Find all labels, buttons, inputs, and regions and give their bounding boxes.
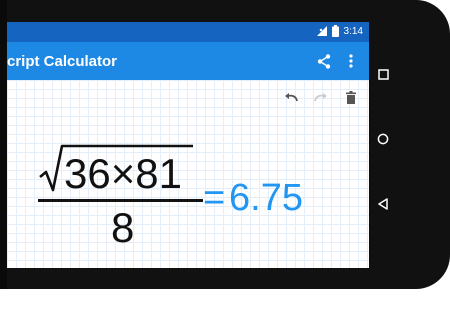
home-button[interactable] (369, 125, 397, 153)
math-expression: 36×81 8 = 6.75 (7, 80, 369, 268)
result-value: 6.75 (229, 177, 303, 219)
status-time: 3:14 (343, 25, 363, 37)
denominator: 8 (111, 204, 135, 251)
battery-icon (331, 25, 342, 37)
share-button[interactable] (314, 51, 334, 71)
status-indicators: 3:14 (316, 25, 363, 37)
recents-button[interactable] (369, 60, 397, 88)
signal-icon (316, 25, 332, 37)
status-bar: 3:14 (7, 22, 369, 42)
radicand: 36×81 (64, 150, 182, 197)
triangle-back-icon (378, 198, 388, 210)
background-surface (0, 289, 450, 316)
handwriting-canvas[interactable]: 36×81 8 = 6.75 (7, 80, 369, 268)
navigation-bar (369, 0, 450, 289)
app-toolbar: cript Calculator (7, 42, 369, 80)
fraction-bar (38, 199, 203, 202)
square-root-sign (39, 144, 193, 192)
overflow-menu-button[interactable] (341, 51, 361, 71)
share-icon (317, 53, 331, 69)
phone-bezel (0, 0, 7, 289)
phone-device: 3:14 cript Calculator 36×81 8 = 6.75 (0, 0, 450, 289)
app-title: cript Calculator (7, 53, 118, 70)
app-screen: 3:14 cript Calculator 36×81 8 = 6.75 (7, 22, 369, 268)
back-button[interactable] (369, 190, 397, 218)
square-icon (377, 68, 389, 80)
circle-icon (377, 133, 389, 145)
more-vert-icon (349, 54, 353, 68)
equals-sign: = (203, 177, 226, 219)
